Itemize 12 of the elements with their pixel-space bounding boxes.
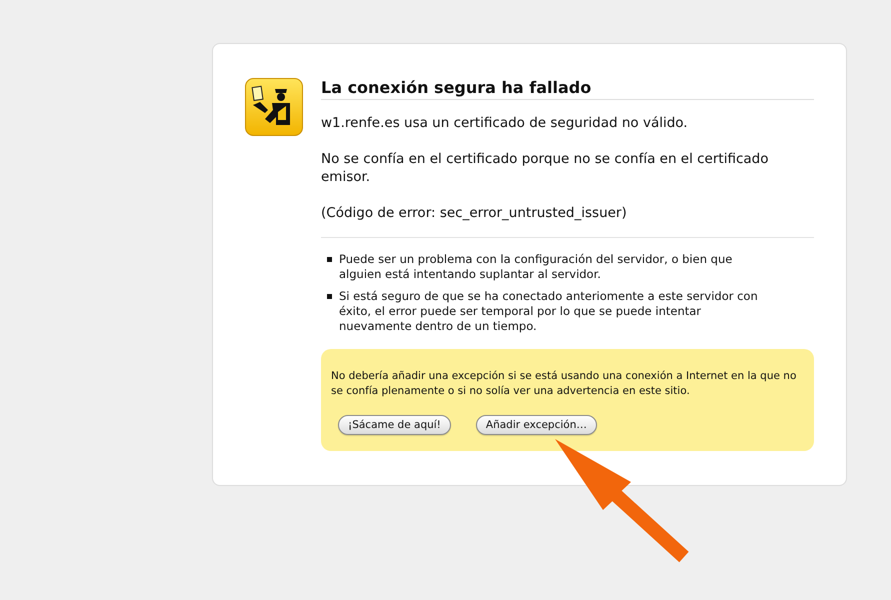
detail-text: Puede ser un problema con la configuración del servidor, o bien que alguien está intentando suplantar al servidor. bbox=[339, 252, 734, 282]
bullet-icon bbox=[327, 257, 332, 262]
error-message: (Código de error: sec_error_untrusted_issuer) bbox=[321, 204, 628, 222]
warning-text: No debería añadir una excepción si se está usando una conexión a Internet en la que no se confía plenamente o si no solía ver una advertencia en este sitio. bbox=[331, 369, 798, 399]
leave-button[interactable]: ¡Sácame de aquí! bbox=[338, 415, 451, 435]
error-title: La conexión segura ha fallado bbox=[321, 78, 592, 98]
add-exception-button[interactable]: Añadir excepción… bbox=[476, 415, 597, 435]
error-message: w1.renfe.es usa un certificado de seguridad no válido. bbox=[321, 114, 689, 132]
error-message: No se confía en el certificado porque no se confía en el certificado emisor. bbox=[321, 150, 770, 186]
detail-text: Si está seguro de que se ha conectado anteriomente a este servidor con éxito, el error puede ser temporal por lo que se puede intentar nuevamente dentro de un tiempo. bbox=[339, 289, 759, 334]
guard-icon bbox=[245, 78, 303, 136]
bullet-icon bbox=[327, 294, 332, 299]
